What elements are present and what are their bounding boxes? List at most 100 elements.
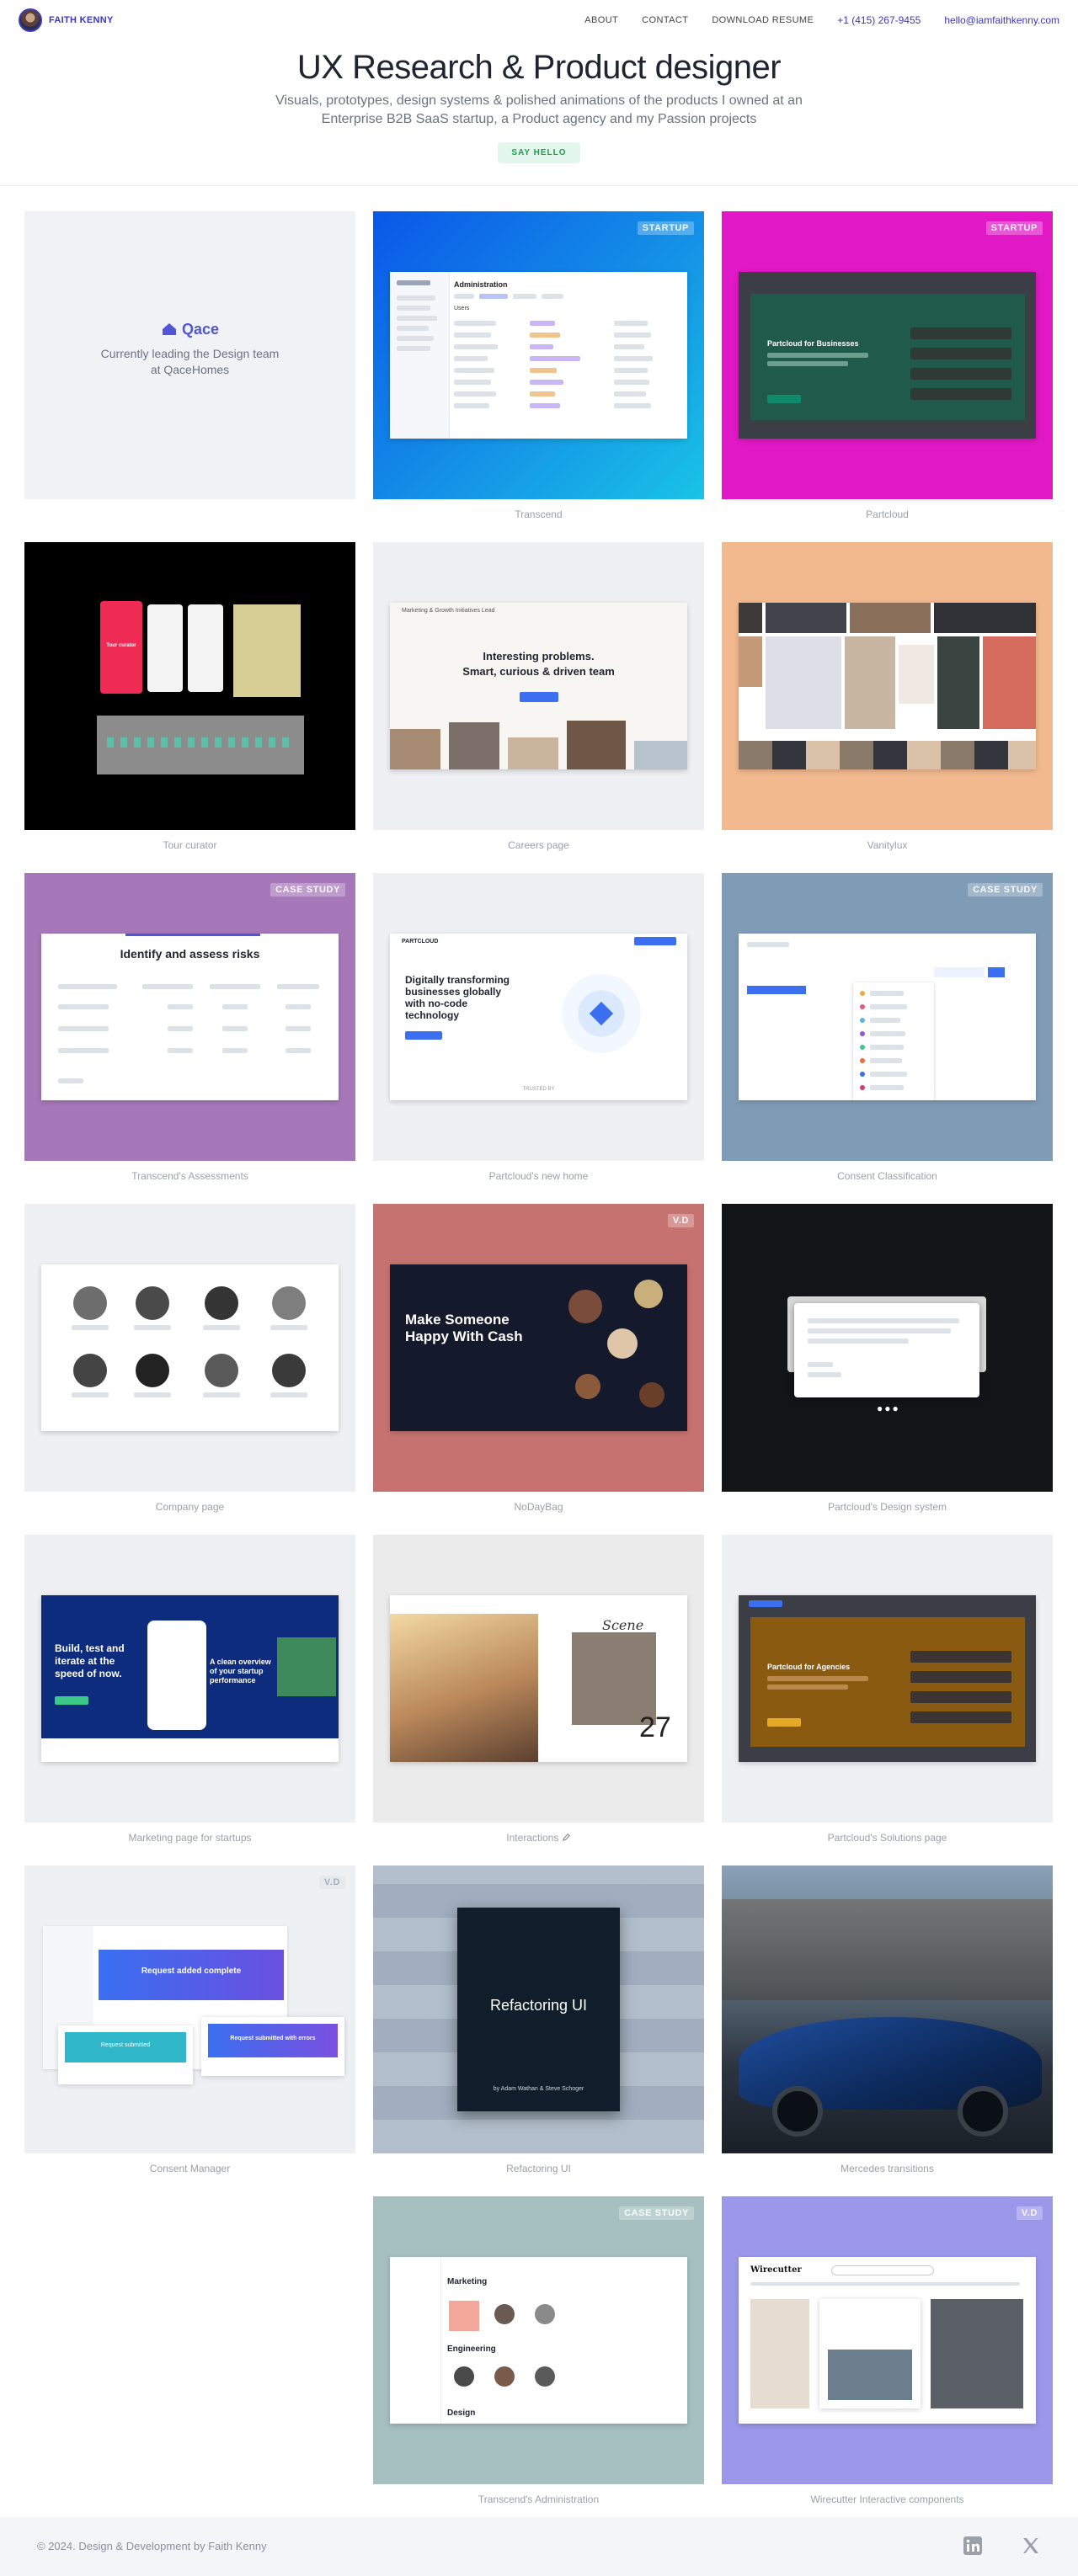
assessments-headline: Identify and assess risks [120,947,260,961]
tile-consent-manager[interactable]: V.D Request added complete Request submi… [24,1865,355,2153]
tile-marketing[interactable]: Build, test and iterate at the speed of … [24,1535,355,1823]
users-table [454,316,681,434]
panel-title: Partcloud for Businesses [767,339,859,348]
partcloud-screenshot: Partcloud for Businesses [739,272,1036,439]
tile-caption: Marketing page for startups [128,1832,252,1844]
linkedin-icon[interactable] [963,2536,983,2556]
tile-consent[interactable]: CASE STUDY [722,873,1053,1161]
flow-strip [97,716,304,774]
panel-2-title: Request submitted [100,2042,151,2048]
group-3-title: Design [447,2408,476,2418]
careers-screenshot: Marketing & Growth Initiatives Lead Inte… [390,603,687,769]
admin-screenshot: Marketing Engineering Design [390,2257,687,2424]
panel-title: Partcloud for Agencies [767,1663,851,1671]
nav-menu: ABOUT CONTACT DOWNLOAD RESUME +1 (415) 2… [584,14,1059,26]
nodaybag-headline: Make Someone Happy With Cash [405,1312,523,1344]
tile-caption: Partcloud's new home [488,1170,589,1182]
brand[interactable]: FAITH KENNY [19,8,114,32]
dropdown-menu [853,982,934,1100]
tile-company[interactable] [24,1204,355,1492]
tile-caption: Transcend [515,508,563,520]
tile-transcend[interactable]: STARTUP Administration Users [373,211,704,499]
tile-caption: Transcend's Assessments [131,1170,248,1182]
group-2-title: Engineering [447,2344,496,2354]
tile-refactoring[interactable]: Refactoring UI by Adam Wathan & Steve Sc… [373,1865,704,2153]
email-link[interactable]: hello@iamfaithkenny.com [944,14,1059,26]
transcend-screenshot: Administration Users [390,272,687,439]
say-hello-button[interactable]: SAY HELLO [498,142,580,163]
tile-caption: Consent Classification [837,1170,937,1182]
status-badge: V.D [1016,2206,1043,2220]
careers-top-label: Marketing & Growth Initiatives Lead [402,608,495,614]
status-badge: CASE STUDY [619,2206,694,2220]
screen-subtitle: Users [454,306,470,311]
sidebar [390,272,450,439]
copyright: © 2024. Design & Development by Faith Ke… [37,2540,267,2552]
tile-caption: Partcloud's Solutions page [827,1832,947,1844]
partcloud-home-screenshot: PARTCLOUD Digitally transforming busines… [390,934,687,1100]
scene-label: Scene [602,1617,644,1633]
tile-caption: Transcend's Administration [478,2494,600,2505]
marketing-card-title: A clean overview of your startup perform… [210,1658,271,1685]
nav-link-about[interactable]: ABOUT [584,15,618,25]
page-title: UX Research & Product designer [296,49,782,86]
tile-caption: Partcloud [866,508,909,520]
tile-wirecutter[interactable]: V.D Wirecutter [722,2196,1053,2484]
flow-board [233,604,301,697]
popup-card [819,2299,921,2408]
green-panel: Partcloud for Businesses [750,294,1025,420]
wirecutter-screenshot: Wirecutter [739,2257,1036,2424]
vanitylux-screenshot [739,603,1036,769]
tile-caption: Tour curator [163,839,217,851]
tile-partcloud[interactable]: STARTUP Partcloud for Businesses [722,211,1053,499]
pencil-icon [562,1834,570,1842]
phone-link[interactable]: +1 (415) 267-9455 [837,14,921,26]
marketing-headline: Build, test and iterate at the speed of … [55,1642,125,1679]
trusted-label: TRUSTED BY [522,1087,555,1092]
tile-admin[interactable]: CASE STUDY Marketing Engineering Design [373,2196,704,2484]
divider [0,185,1078,186]
tile-caption: Consent Manager [149,2163,231,2174]
tile-caption: Careers page [508,839,569,851]
solutions-screenshot: Partcloud for Agencies [739,1595,1036,1762]
tile-partcloud-home[interactable]: PARTCLOUD Digitally transforming busines… [373,873,704,1161]
tile-interactions[interactable]: Scene 27 [373,1535,704,1823]
group-1-title: Marketing [447,2277,488,2286]
tile-tour-curator[interactable]: Tour curator [24,542,355,830]
app-card: Tour curator [100,601,142,694]
orange-panel: Partcloud for Agencies [750,1617,1025,1747]
consent-screenshot [739,934,1036,1100]
brand-name: FAITH KENNY [49,15,114,25]
tile-assessments[interactable]: CASE STUDY Identify and assess risks [24,873,355,1161]
avatar [19,8,42,32]
submitted-card: Request submitted [58,2025,193,2084]
careers-headline-1: Interesting problems. [483,650,595,663]
qace-logo-text: Qace [181,321,220,338]
hero: UX Research & Product designer Visuals, … [0,49,1078,163]
tile-mercedes[interactable] [722,1865,1053,2153]
screen-title: Administration [454,280,508,289]
tile-vanitylux[interactable] [722,542,1053,830]
qace-description: Currently leading the Design team at Qac… [24,346,355,378]
tile-solutions[interactable]: Partcloud for Agencies [722,1535,1053,1823]
x-icon[interactable] [1021,2536,1041,2556]
nav-link-resume[interactable]: DOWNLOAD RESUME [712,15,814,25]
status-badge: STARTUP [637,221,694,235]
hero-photo [390,1614,538,1762]
orbit-graphic [555,967,648,1060]
book-cover: Refactoring UI by Adam Wathan & Steve Sc… [457,1908,620,2111]
nav-link-contact[interactable]: CONTACT [642,15,688,25]
app-card-title: Tour curator [106,643,136,648]
tile-caption: Partcloud's Design system [827,1501,947,1513]
tile-careers[interactable]: Marketing & Growth Initiatives Lead Inte… [373,542,704,830]
tile-design-system[interactable]: ●●● [722,1204,1053,1492]
tile-nodaybag[interactable]: V.D Make Someone Happy With Cash [373,1204,704,1492]
tile-caption: Interactions [373,1832,704,1844]
tile-caption: Mercedes transitions [841,2163,934,2174]
dots-indicator: ●●● [877,1402,900,1414]
partcloud-headline: Digitally transforming businesses global… [405,974,510,1021]
panel-3-title: Request submitted with errors [230,2036,316,2041]
tile-qace[interactable]: Qace Currently leading the Design team a… [24,211,355,499]
success-panel: Request added complete [99,1950,284,2000]
status-badge: V.D [318,1876,345,1889]
